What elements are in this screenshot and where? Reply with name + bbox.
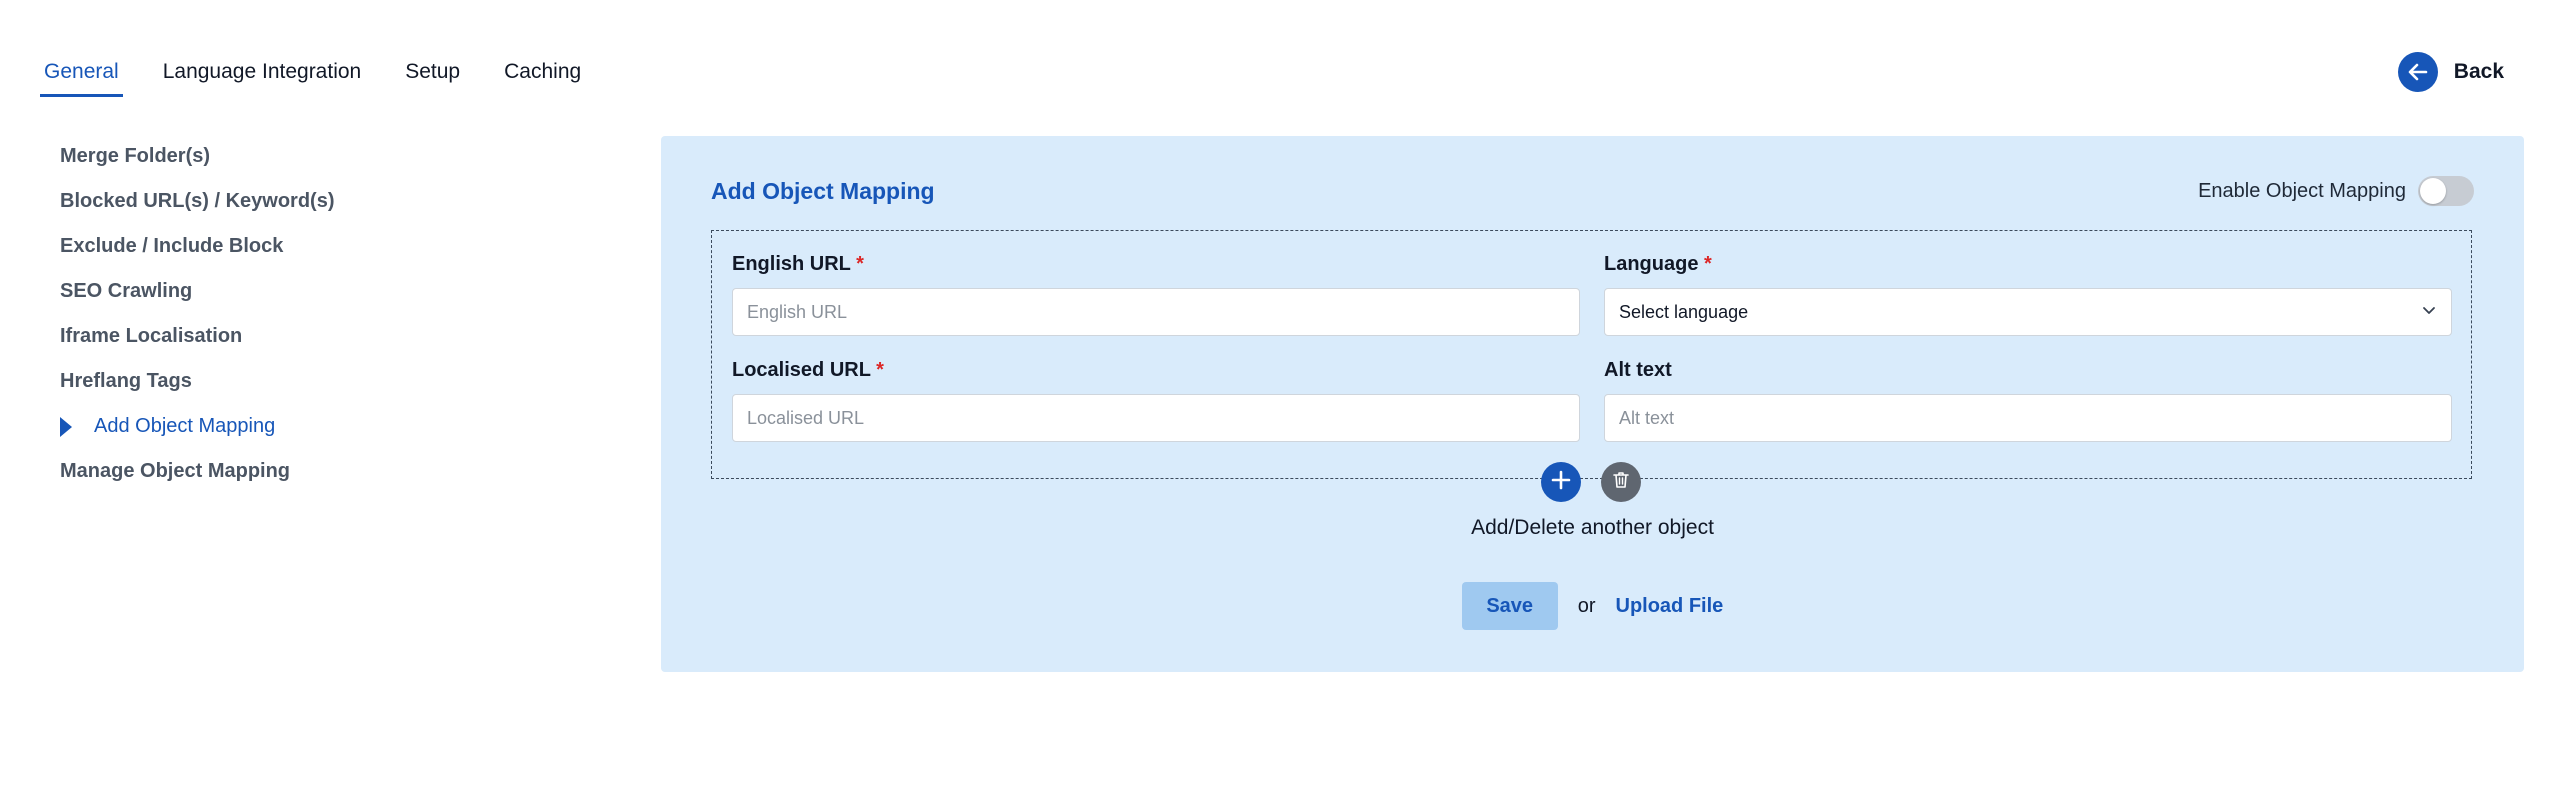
required-mark: *: [876, 359, 884, 381]
add-object-button[interactable]: [1541, 462, 1581, 502]
language-select-value: Select language: [1619, 301, 1749, 322]
object-mapping-panel: Add Object Mapping Enable Object Mapping…: [661, 136, 2524, 672]
required-mark: *: [1704, 253, 1712, 275]
upload-file-link[interactable]: Upload File: [1616, 595, 1724, 618]
tab-language-integration[interactable]: Language Integration: [159, 56, 366, 97]
sidebar-item-iframe-localisation[interactable]: Iframe Localisation: [60, 314, 620, 359]
sidebar-item-label: Merge Folder(s): [60, 145, 211, 167]
language-label: Language *: [1604, 253, 1712, 275]
arrow-left-icon: [2397, 52, 2438, 92]
sidebar-item-label: Iframe Localisation: [60, 325, 243, 347]
english-url-group: English URL *: [732, 253, 1580, 336]
panel-title: Add Object Mapping: [711, 178, 935, 204]
tab-setup[interactable]: Setup: [401, 56, 464, 97]
toggle-knob: [2420, 178, 2446, 204]
sidebar-item-label: Hreflang Tags: [60, 370, 192, 392]
language-select[interactable]: Select language: [1604, 288, 2452, 336]
enable-object-mapping: Enable Object Mapping: [2198, 176, 2474, 206]
sidebar: Merge Folder(s) Blocked URL(s) / Keyword…: [60, 134, 620, 494]
delete-object-button[interactable]: [1601, 462, 1641, 502]
sidebar-item-label: SEO Crawling: [60, 280, 193, 302]
caret-right-icon: [60, 416, 72, 437]
english-url-label: English URL *: [732, 253, 864, 275]
plus-icon: [1550, 469, 1572, 496]
sidebar-item-merge-folders[interactable]: Merge Folder(s): [60, 134, 620, 179]
save-row: Save or Upload File: [661, 582, 2524, 630]
alt-text-group: Alt text: [1604, 359, 2452, 442]
english-url-input[interactable]: [732, 288, 1580, 336]
top-tabs: General Language Integration Setup Cachi…: [40, 56, 621, 97]
sidebar-item-blocked-urls[interactable]: Blocked URL(s) / Keyword(s): [60, 179, 620, 224]
tab-general[interactable]: General: [40, 56, 123, 97]
alt-text-input[interactable]: [1604, 394, 2452, 442]
sidebar-item-label: Blocked URL(s) / Keyword(s): [60, 190, 335, 212]
tab-caching[interactable]: Caching: [500, 56, 585, 97]
chevron-down-icon: [2421, 302, 2437, 323]
sidebar-item-manage-object-mapping[interactable]: Manage Object Mapping: [60, 449, 620, 494]
localised-url-input[interactable]: [732, 394, 1580, 442]
mapping-row: English URL * Language * Select language…: [711, 230, 2472, 479]
language-group: Language * Select language: [1604, 253, 2452, 336]
sidebar-item-seo-crawling[interactable]: SEO Crawling: [60, 269, 620, 314]
trash-icon: [1612, 470, 1630, 495]
sidebar-item-label: Manage Object Mapping: [60, 460, 291, 482]
enable-object-mapping-label: Enable Object Mapping: [2198, 179, 2406, 202]
enable-object-mapping-toggle[interactable]: [2418, 176, 2474, 206]
required-mark: *: [856, 253, 864, 275]
sidebar-item-label: Add Object Mapping: [94, 415, 276, 437]
back-button[interactable]: Back: [2397, 52, 2504, 92]
sidebar-item-hreflang-tags[interactable]: Hreflang Tags: [60, 359, 620, 404]
sidebar-item-label: Exclude / Include Block: [60, 235, 284, 257]
localised-url-group: Localised URL *: [732, 359, 1580, 442]
or-text: or: [1577, 594, 1596, 617]
save-button[interactable]: Save: [1461, 582, 1558, 630]
back-label: Back: [2453, 60, 2504, 83]
add-delete-hint: Add/Delete another object: [1471, 516, 1714, 539]
sidebar-item-exclude-include-block[interactable]: Exclude / Include Block: [60, 224, 620, 269]
sidebar-item-add-object-mapping[interactable]: Add Object Mapping: [60, 404, 620, 449]
alt-text-label: Alt text: [1604, 359, 1672, 381]
localised-url-label: Localised URL *: [732, 359, 884, 381]
